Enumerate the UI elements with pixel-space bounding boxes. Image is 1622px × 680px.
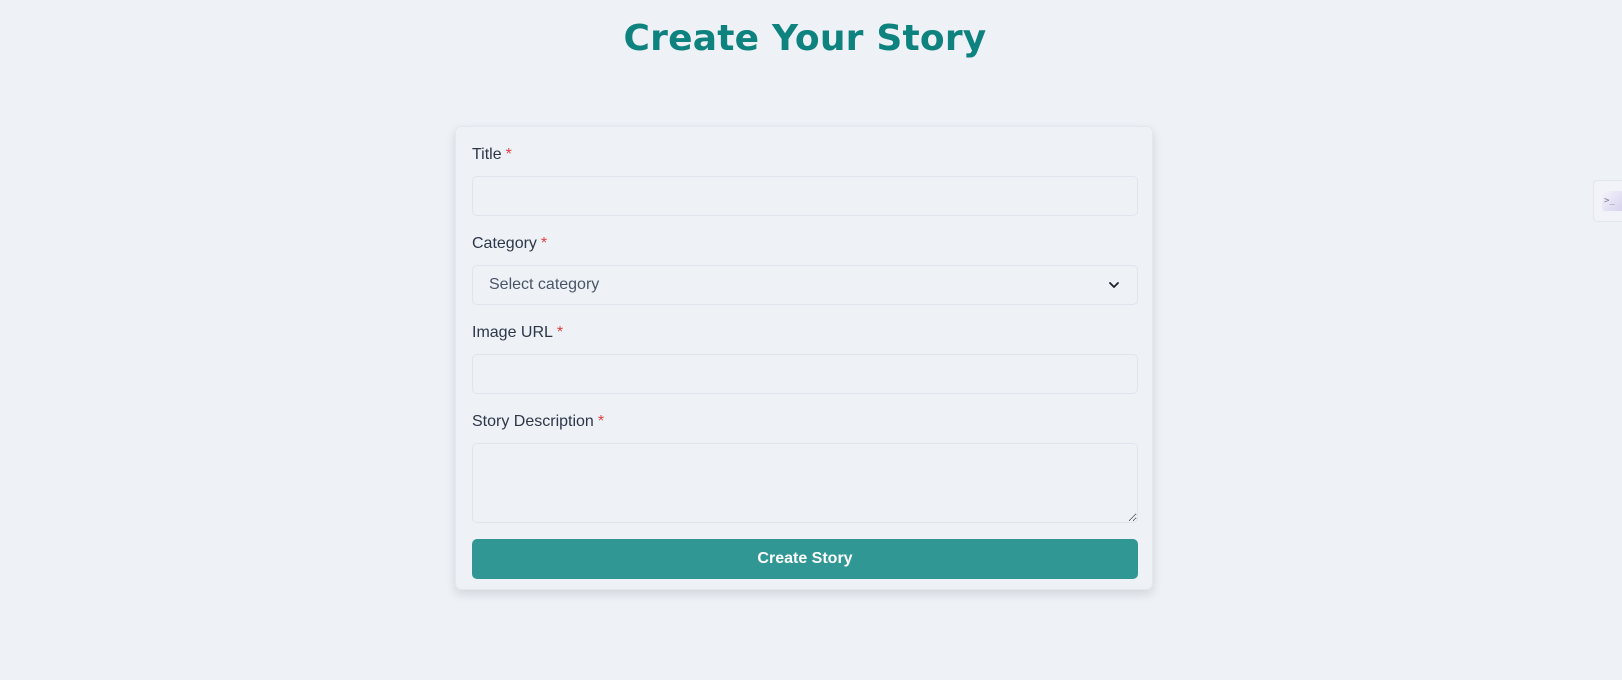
title-label: Title *: [472, 145, 1136, 165]
title-input[interactable]: [472, 176, 1138, 216]
title-field-group: Title *: [472, 145, 1138, 216]
create-story-button[interactable]: Create Story: [472, 539, 1138, 579]
category-label: Category *: [472, 234, 1136, 254]
create-story-form: Title * Category * Select category Image U…: [455, 126, 1153, 590]
image-url-label: Image URL *: [472, 323, 1136, 343]
side-widget[interactable]: >_: [1593, 180, 1622, 222]
category-field-group: Category * Select category: [472, 234, 1138, 305]
description-textarea[interactable]: [472, 443, 1138, 523]
chevron-down-icon: [1109, 282, 1119, 288]
required-mark: *: [556, 324, 564, 341]
category-selected-value: Select category: [489, 276, 600, 293]
category-select[interactable]: Select category: [472, 265, 1138, 305]
required-mark: *: [505, 146, 512, 163]
page-title: Create Your Story: [623, 18, 987, 59]
image-url-input[interactable]: [472, 354, 1138, 394]
description-label-text: Story Description: [472, 413, 594, 430]
description-field-group: Story Description *: [472, 412, 1138, 523]
category-label-text: Category: [472, 235, 537, 252]
image-url-field-group: Image URL *: [472, 323, 1138, 394]
image-url-label-text: Image URL: [472, 324, 553, 341]
title-label-text: Title: [472, 146, 502, 163]
description-label: Story Description *: [472, 412, 1136, 432]
required-mark: *: [540, 235, 548, 252]
terminal-icon: >_: [1602, 191, 1622, 211]
required-mark: *: [597, 413, 605, 430]
